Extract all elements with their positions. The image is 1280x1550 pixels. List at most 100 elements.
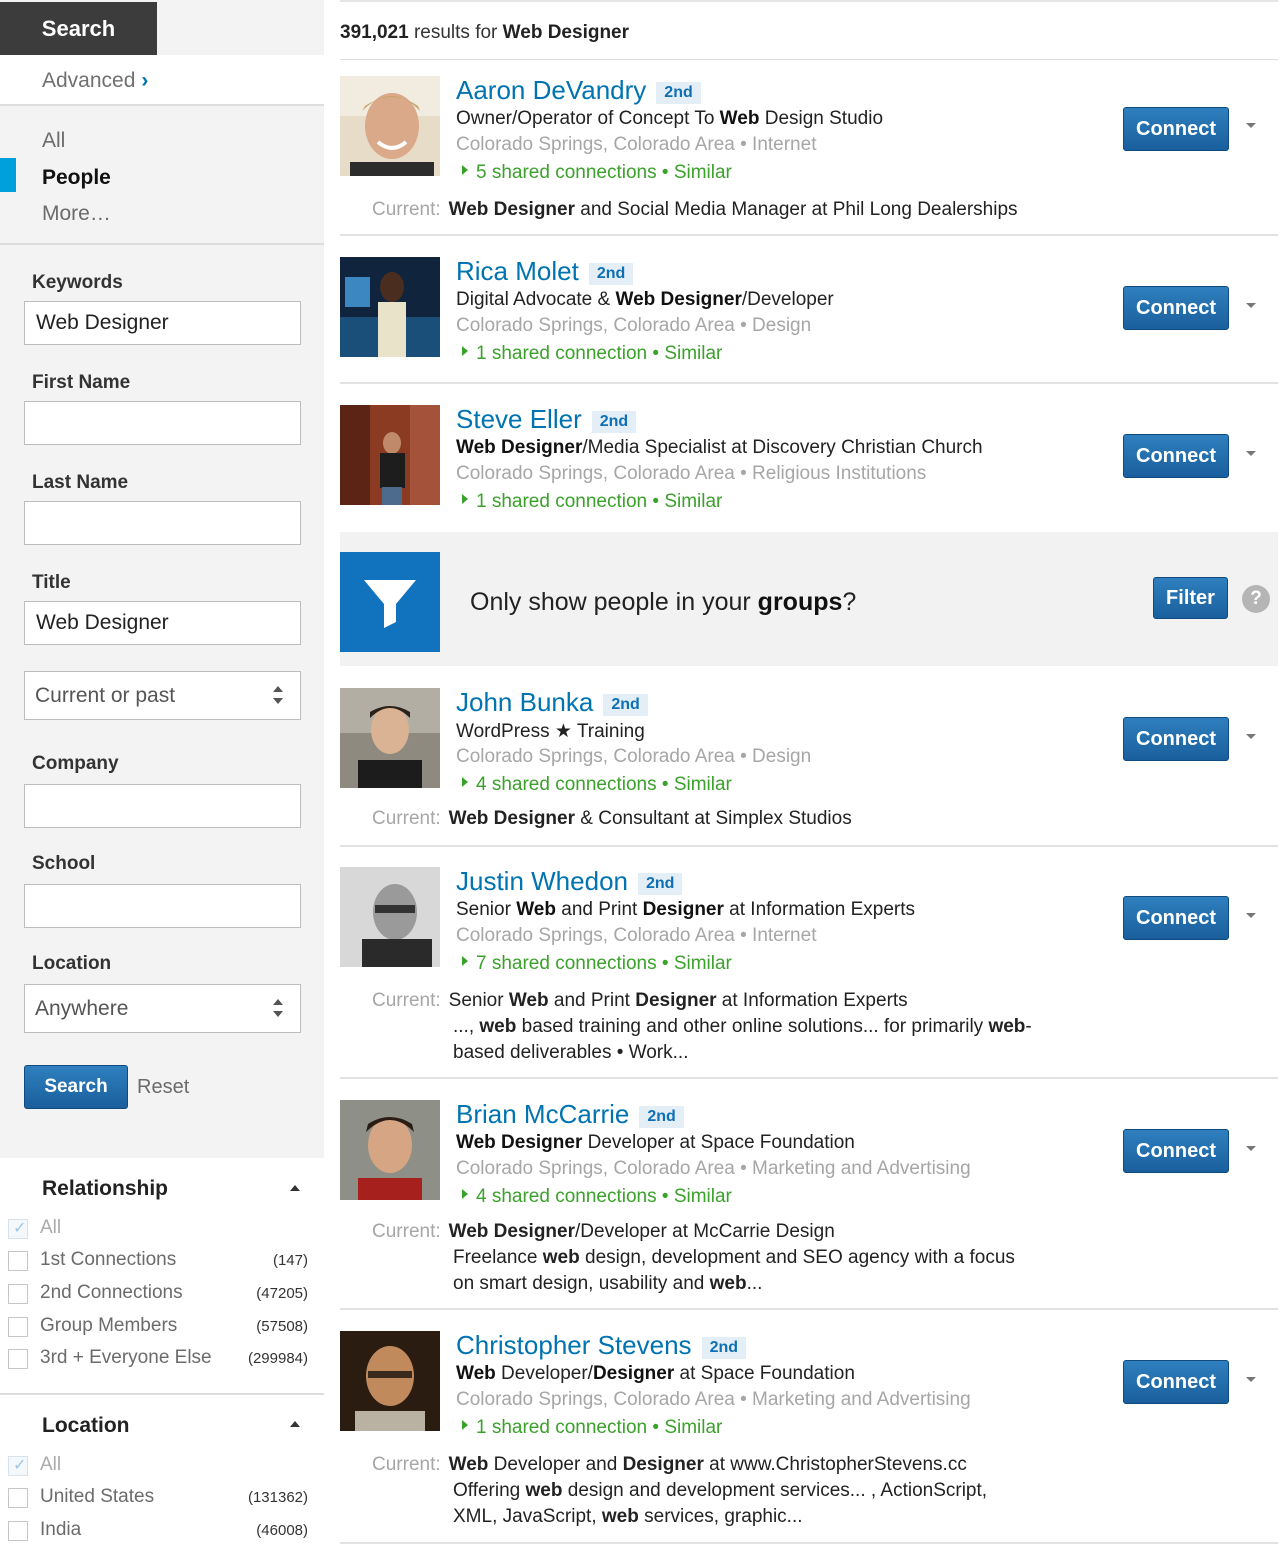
result-name[interactable]: Steve Eller 2nd (456, 404, 637, 435)
facet-option-count: (299984) (247, 1350, 308, 1367)
current-text: Senior Web and Print Designer at Informa… (449, 990, 908, 1011)
facet-option[interactable]: ✓ All (8, 1217, 308, 1243)
checkbox[interactable] (8, 1251, 28, 1271)
relationship-facet-title[interactable]: Relationship (42, 1177, 168, 1201)
facet-option-count: (57508) (256, 1318, 308, 1335)
divider (340, 0, 1278, 2)
facet-option[interactable]: ✓ All (8, 1454, 308, 1480)
result-name[interactable]: Christopher Stevens 2nd (456, 1330, 747, 1361)
search-tab[interactable]: Search (0, 2, 157, 55)
profile-photo[interactable] (340, 257, 440, 357)
connect-button[interactable]: Connect (1123, 107, 1229, 151)
current-label: Current: (372, 1454, 441, 1475)
shared-connections-link[interactable]: 1 shared connection • Similar (462, 491, 722, 513)
location-facet-title[interactable]: Location (42, 1414, 130, 1438)
company-input[interactable] (24, 784, 301, 828)
current-text: Web Developer and Designer at www.Christ… (449, 1454, 967, 1475)
nav-people[interactable]: People (42, 166, 111, 190)
result-name[interactable]: Rica Molet 2nd (456, 256, 634, 287)
location-select[interactable]: Anywhere (24, 984, 301, 1033)
title-input[interactable]: Web Designer (24, 601, 301, 645)
profile-photo[interactable] (340, 1100, 440, 1200)
connect-button[interactable]: Connect (1123, 434, 1229, 478)
profile-photo[interactable] (340, 405, 440, 505)
text-segment: Design Studio (759, 108, 884, 129)
facet-option[interactable]: 2nd Connections (47205) (8, 1282, 308, 1308)
profile-photo[interactable] (340, 76, 440, 176)
checkbox[interactable]: ✓ (8, 1456, 28, 1476)
result-name[interactable]: John Bunka 2nd (456, 687, 648, 718)
result-current: Current: Senior Web and Print Designer at… (372, 988, 908, 1014)
collapse-caret-icon[interactable] (290, 1421, 300, 1427)
more-options-caret-icon[interactable] (1246, 1377, 1256, 1382)
result-current: Current: Web Developer and Designer at ww… (372, 1452, 967, 1478)
result-headline: Web Designer Developer at Space Foundati… (456, 1132, 855, 1154)
select-arrows-icon (273, 686, 283, 704)
result-headline: Owner/Operator of Concept To Web Design … (456, 108, 883, 130)
result-name-text: Rica Molet (456, 256, 579, 286)
collapse-caret-icon[interactable] (290, 1185, 300, 1191)
title-scope-select[interactable]: Current or past (24, 671, 301, 720)
facet-option[interactable]: United States (131362) (8, 1486, 308, 1512)
search-button[interactable]: Search (24, 1065, 128, 1109)
shared-connections-link[interactable]: 4 shared connections • Similar (462, 774, 732, 796)
nav-more[interactable]: More… (42, 202, 111, 226)
connect-button[interactable]: Connect (1123, 896, 1229, 940)
shared-connections-link[interactable]: 4 shared connections • Similar (462, 1186, 732, 1208)
result-name-text: Brian McCarrie (456, 1099, 630, 1129)
result-name[interactable]: Brian McCarrie 2nd (456, 1099, 684, 1130)
result-name-text: John Bunka (456, 687, 594, 717)
connect-button[interactable]: Connect (1123, 286, 1229, 330)
first-name-input[interactable] (24, 401, 301, 445)
checkbox[interactable] (8, 1317, 28, 1337)
current-text: Web Designer & Consultant at Simplex Stu… (449, 808, 852, 829)
profile-photo[interactable] (340, 867, 440, 967)
text-segment: & Consultant at Simplex Studios (575, 808, 852, 829)
more-options-caret-icon[interactable] (1246, 451, 1256, 456)
more-options-caret-icon[interactable] (1246, 303, 1256, 308)
shared-connections-link[interactable]: 1 shared connection • Similar (462, 1417, 722, 1439)
shared-connections-link[interactable]: 5 shared connections • Similar (462, 162, 732, 184)
profile-photo[interactable] (340, 1331, 440, 1431)
shared-connections-link[interactable]: 7 shared connections • Similar (462, 953, 732, 975)
facet-option[interactable]: 1st Connections (147) (8, 1249, 308, 1275)
more-options-caret-icon[interactable] (1246, 734, 1256, 739)
connect-button[interactable]: Connect (1123, 1129, 1229, 1173)
last-name-input[interactable] (24, 501, 301, 545)
highlighted-term: web (542, 1247, 580, 1268)
advanced-label: Advanced (42, 69, 136, 92)
triangle-right-icon (462, 165, 468, 175)
facet-option[interactable]: 3rd + Everyone Else (299984) (8, 1347, 308, 1373)
text-segment: at www.ChristopherStevens.cc (703, 1454, 967, 1475)
degree-badge: 2nd (603, 694, 648, 716)
result-name[interactable]: Justin Whedon 2nd (456, 866, 683, 897)
help-icon[interactable]: ? (1242, 585, 1270, 613)
checkbox[interactable] (8, 1284, 28, 1304)
school-input[interactable] (24, 884, 301, 928)
degree-badge: 2nd (656, 82, 701, 104)
facet-option[interactable]: India (46008) (8, 1519, 308, 1545)
nav-all[interactable]: All (42, 129, 65, 153)
connect-button[interactable]: Connect (1123, 717, 1229, 761)
shared-connections-text: 1 shared connection • Similar (476, 343, 723, 364)
highlighted-term: web (525, 1480, 563, 1501)
degree-badge: 2nd (588, 263, 634, 285)
checkbox[interactable] (8, 1488, 28, 1508)
reset-link[interactable]: Reset (137, 1076, 189, 1099)
more-options-caret-icon[interactable] (1246, 913, 1256, 918)
more-options-caret-icon[interactable] (1246, 1146, 1256, 1151)
more-options-caret-icon[interactable] (1246, 123, 1256, 128)
facet-option[interactable]: Group Members (57508) (8, 1315, 308, 1341)
profile-photo[interactable] (340, 688, 440, 788)
current-label: Current: (372, 199, 441, 220)
filter-button[interactable]: Filter (1153, 577, 1228, 619)
keywords-input[interactable]: Web Designer (24, 301, 301, 345)
checkbox[interactable] (8, 1349, 28, 1369)
result-name[interactable]: Aaron DeVandry 2nd (456, 75, 701, 106)
advanced-link[interactable]: Advanced › (42, 69, 148, 93)
chevron-right-icon: › (141, 69, 149, 92)
checkbox[interactable]: ✓ (8, 1219, 28, 1239)
shared-connections-link[interactable]: 1 shared connection • Similar (462, 343, 722, 365)
checkbox[interactable] (8, 1521, 28, 1541)
connect-button[interactable]: Connect (1123, 1360, 1229, 1404)
